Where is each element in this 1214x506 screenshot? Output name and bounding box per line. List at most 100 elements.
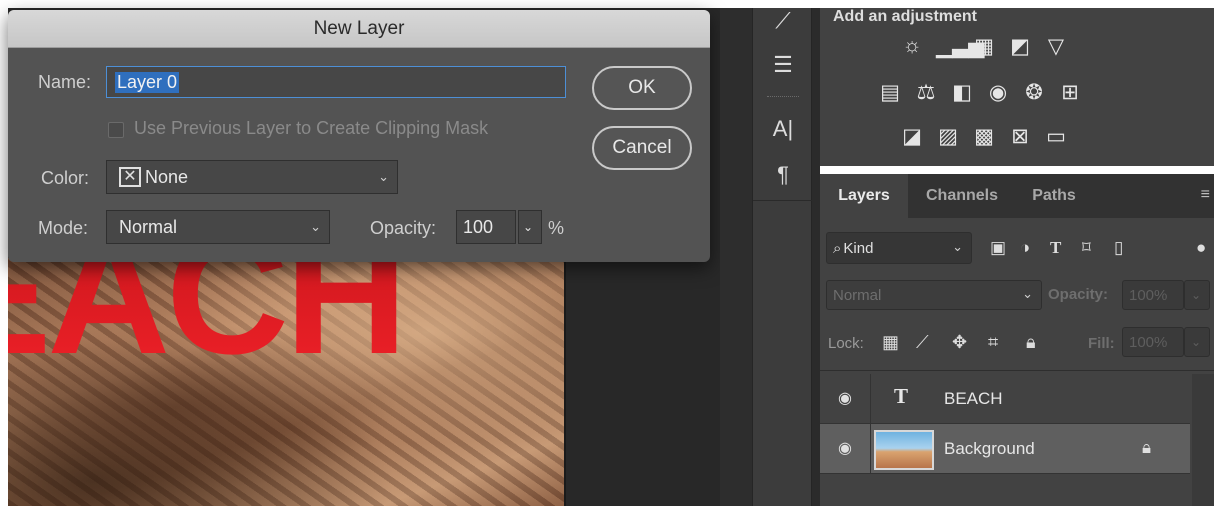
brightness-icon[interactable]: ☼: [900, 34, 924, 59]
layers-scrollbar[interactable]: [1192, 374, 1214, 506]
lock-label: Lock:: [828, 335, 864, 352]
mode-select-value: Normal: [119, 216, 178, 237]
opacity-input[interactable]: 100: [456, 210, 516, 244]
pixel-filter-icon[interactable]: ▣: [990, 238, 1006, 258]
visibility-column-divider: [870, 424, 871, 474]
sand-photo: EACH: [8, 258, 566, 506]
type-filter-icon[interactable]: T: [1050, 238, 1061, 258]
adjustment-filter-icon[interactable]: ◑: [1020, 238, 1030, 258]
layer-opacity-label: Opacity:: [1048, 286, 1109, 303]
lock-all-icon[interactable]: 🔒︎: [1026, 332, 1036, 353]
chevron-down-icon: ⌄: [952, 239, 963, 254]
toolbar-separator: [753, 200, 813, 201]
fill-input[interactable]: 100%: [1122, 327, 1184, 357]
adjustment-row-3: ◪ ▨ ▩ ⊠ ▭: [900, 124, 1068, 149]
tab-layers[interactable]: Layers: [820, 174, 908, 218]
ok-button[interactable]: OK: [592, 66, 692, 110]
panel-gap: [812, 8, 820, 506]
filter-kind-select[interactable]: ⌕ Kind ⌄: [826, 232, 972, 264]
selective-color-icon[interactable]: ⊠: [1008, 124, 1032, 149]
photo-filter-icon[interactable]: ◉: [986, 80, 1010, 105]
fill-label: Fill:: [1088, 335, 1115, 352]
layer-name[interactable]: BEACH: [944, 389, 1003, 409]
character-panel-icon[interactable]: A|: [753, 116, 813, 142]
lock-transparent-icon[interactable]: ▦: [882, 332, 899, 353]
curves-icon[interactable]: ▦: [972, 34, 996, 59]
opacity-label: Opacity:: [370, 218, 437, 238]
mode-select[interactable]: Normal ⌄: [106, 210, 330, 244]
panel-menu-icon[interactable]: ≡: [1201, 186, 1210, 204]
balance-icon[interactable]: ⚖: [914, 80, 938, 105]
color-label: Color:: [41, 168, 90, 188]
fill-value: 100%: [1129, 333, 1168, 351]
search-icon: ⌕: [833, 239, 842, 257]
layer-name-input[interactable]: Layer 0: [106, 66, 566, 98]
color-select-value: None: [145, 166, 189, 187]
name-label: Name:: [38, 72, 92, 92]
mode-label: Mode:: [38, 218, 89, 238]
vibrance-icon[interactable]: ▤: [878, 80, 902, 105]
fill-dropdown[interactable]: ⌄: [1184, 327, 1210, 357]
chevron-down-icon: ⌄: [1022, 286, 1033, 301]
layers-tabbar: Layers Channels Paths ≡: [820, 174, 1214, 218]
chevron-down-icon: ⌄: [378, 169, 389, 184]
posterize-icon[interactable]: ▨: [936, 124, 960, 149]
layer-thumbnail: [874, 430, 934, 470]
layer-name-value: Layer 0: [115, 71, 180, 93]
filter-toggle-icon[interactable]: ●: [1196, 238, 1206, 258]
visibility-eye-icon[interactable]: ◉: [834, 388, 856, 410]
black-white-icon[interactable]: ◧: [950, 80, 974, 105]
layer-lock-icon[interactable]: 🔒︎: [1142, 438, 1151, 458]
properties-sliders-icon[interactable]: ☰: [753, 52, 813, 78]
layer-row-background[interactable]: ◉ Background 🔒︎: [820, 424, 1190, 474]
layers-divider: [820, 370, 1214, 371]
invert-icon[interactable]: ◪: [900, 124, 924, 149]
panel-dock-toolbar: ⟋ ☰ A| ¶: [752, 8, 813, 506]
brush-settings-icon[interactable]: ⟋: [753, 8, 813, 34]
cancel-button[interactable]: Cancel: [592, 126, 692, 170]
layer-opacity-value: 100%: [1129, 286, 1168, 304]
new-layer-dialog: New Layer Name: Layer 0 Use Previous Lay…: [8, 10, 710, 262]
color-lookup-icon[interactable]: ⊞: [1058, 80, 1082, 105]
clipping-mask-checkbox[interactable]: [108, 122, 124, 138]
chevron-down-icon: ⌄: [523, 220, 534, 234]
gradient-map-icon[interactable]: ▭: [1044, 124, 1068, 149]
dialog-titlebar[interactable]: New Layer: [8, 10, 710, 48]
channel-mixer-icon[interactable]: ❂: [1022, 80, 1046, 105]
layer-row-beach[interactable]: ◉ T BEACH: [820, 374, 1190, 424]
levels-icon[interactable]: ▁▃▅: [936, 34, 984, 59]
canvas-divider: [564, 258, 566, 506]
no-color-icon: ✕: [119, 167, 141, 187]
adjustments-title: Add an adjustment: [833, 8, 978, 25]
layer-opacity-input[interactable]: 100%: [1122, 280, 1184, 310]
tab-paths[interactable]: Paths: [1016, 174, 1092, 218]
visibility-column-divider: [870, 374, 871, 424]
lock-artboard-icon[interactable]: ⌗: [988, 332, 998, 353]
tab-channels[interactable]: Channels: [910, 174, 1014, 218]
chevron-down-icon: ⌄: [1191, 335, 1202, 349]
opacity-dropdown-button[interactable]: ⌄: [518, 210, 542, 244]
visibility-eye-icon[interactable]: ◉: [834, 438, 856, 460]
shape-filter-icon[interactable]: ⌑: [1082, 238, 1091, 258]
layer-name[interactable]: Background: [944, 439, 1035, 459]
color-select[interactable]: ✕ None ⌄: [106, 160, 398, 194]
filter-kind-value: Kind: [843, 239, 874, 257]
blend-mode-select[interactable]: Normal ⌄: [826, 280, 1042, 310]
adjustment-row-2: ▤ ⚖ ◧ ◉ ❂ ⊞: [878, 80, 1082, 105]
lock-position-move-icon[interactable]: ✥: [952, 332, 967, 353]
gradient-triangle-icon[interactable]: ▽: [1044, 34, 1068, 59]
blend-mode-value: Normal: [833, 286, 882, 304]
toolbar-separator: [767, 96, 799, 98]
adjustment-row-1: ☼ ▁▃▅ ▦ ◩ ▽: [900, 34, 1068, 59]
exposure-icon[interactable]: ◩: [1008, 34, 1032, 59]
smart-object-filter-icon[interactable]: ▯: [1114, 238, 1123, 258]
chevron-down-icon: ⌄: [310, 219, 321, 234]
threshold-icon[interactable]: ▩: [972, 124, 996, 149]
layer-opacity-dropdown[interactable]: ⌄: [1184, 280, 1210, 310]
clipping-mask-label: Use Previous Layer to Create Clipping Ma…: [134, 118, 489, 138]
lock-image-brush-icon[interactable]: ⟋: [916, 332, 929, 353]
percent-label: %: [548, 218, 565, 238]
chevron-down-icon: ⌄: [1191, 288, 1202, 302]
opacity-value: 100: [463, 216, 494, 237]
paragraph-panel-icon[interactable]: ¶: [753, 162, 813, 188]
